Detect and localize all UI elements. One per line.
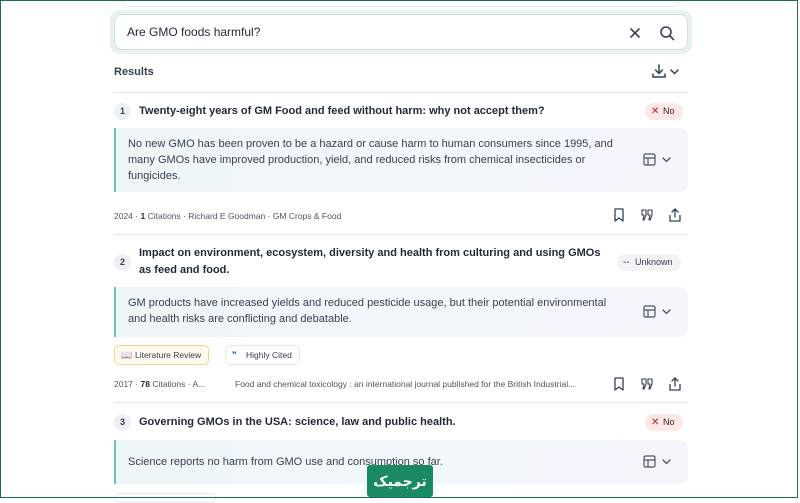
quote-icon[interactable] (639, 376, 655, 392)
tag-highly-cited[interactable]: ❞ Highly Cited (225, 345, 300, 365)
summary-expand-button[interactable] (642, 454, 676, 470)
result-meta: 2017 · 78 Citations · A... (114, 379, 206, 389)
table-icon (643, 153, 656, 166)
chevron-down-icon (670, 69, 679, 75)
search-input[interactable]: Are GMO foods harmful? (114, 14, 688, 50)
watermark-logo: ترجمیک (367, 465, 433, 497)
close-icon[interactable] (623, 21, 647, 45)
bookmark-icon[interactable] (611, 376, 627, 392)
chevron-down-icon (662, 309, 671, 315)
table-icon (643, 305, 656, 318)
tag-literature-review[interactable]: 📖 Literature Review (114, 345, 210, 365)
dash-icon: -- (623, 257, 630, 268)
verdict-badge: ✕ No (645, 103, 683, 120)
summary-text: GM products have increased yields and re… (128, 297, 607, 325)
result-journal: Food and chemical toxicology : an intern… (235, 379, 576, 389)
summary-expand-button[interactable] (642, 304, 676, 320)
search-query[interactable]: Are GMO foods harmful? (127, 25, 260, 39)
x-icon: ✕ (651, 106, 660, 117)
chevron-down-icon (662, 157, 671, 163)
result-summary: GM products have increased yields and re… (114, 287, 688, 337)
verdict-badge: ✕ No (645, 414, 683, 431)
share-icon[interactable] (667, 207, 683, 223)
share-icon[interactable] (667, 376, 683, 392)
next-tag-edge (114, 493, 216, 503)
summary-expand-button[interactable] (642, 152, 676, 168)
result-number: 1 (114, 103, 131, 120)
search-icon[interactable] (655, 21, 679, 45)
result-title[interactable]: Impact on environment, ecosystem, divers… (139, 245, 613, 279)
download-icon (652, 64, 666, 78)
verdict-badge: -- Unknown (617, 254, 681, 271)
quote-icon[interactable] (639, 207, 655, 223)
result-number: 3 (114, 414, 131, 431)
search-bar: Are GMO foods harmful? (110, 10, 692, 54)
result-title[interactable]: Twenty-eight years of GM Food and feed w… (139, 103, 629, 120)
book-icon: 📖 (121, 350, 133, 360)
x-icon: ✕ (651, 417, 660, 428)
result-meta: 2024 · 1 Citations · Richard E Goodman ·… (114, 211, 342, 221)
divider (114, 92, 688, 93)
divider (114, 402, 688, 403)
result-summary: No new GMO has been proven to be a hazar… (114, 128, 688, 192)
result-title[interactable]: Governing GMOs in the USA: science, law … (139, 414, 629, 431)
chevron-down-icon (662, 459, 671, 465)
download-menu-button[interactable] (650, 62, 684, 82)
result-number: 2 (114, 254, 131, 271)
bookmark-icon[interactable] (611, 207, 627, 223)
summary-text: No new GMO has been proven to be a hazar… (128, 138, 613, 182)
previous-panel-edge (122, 0, 680, 7)
divider (114, 234, 688, 235)
quote-mark-icon: ❞ (232, 350, 237, 360)
results-heading: Results (114, 66, 154, 78)
table-icon (643, 455, 656, 468)
